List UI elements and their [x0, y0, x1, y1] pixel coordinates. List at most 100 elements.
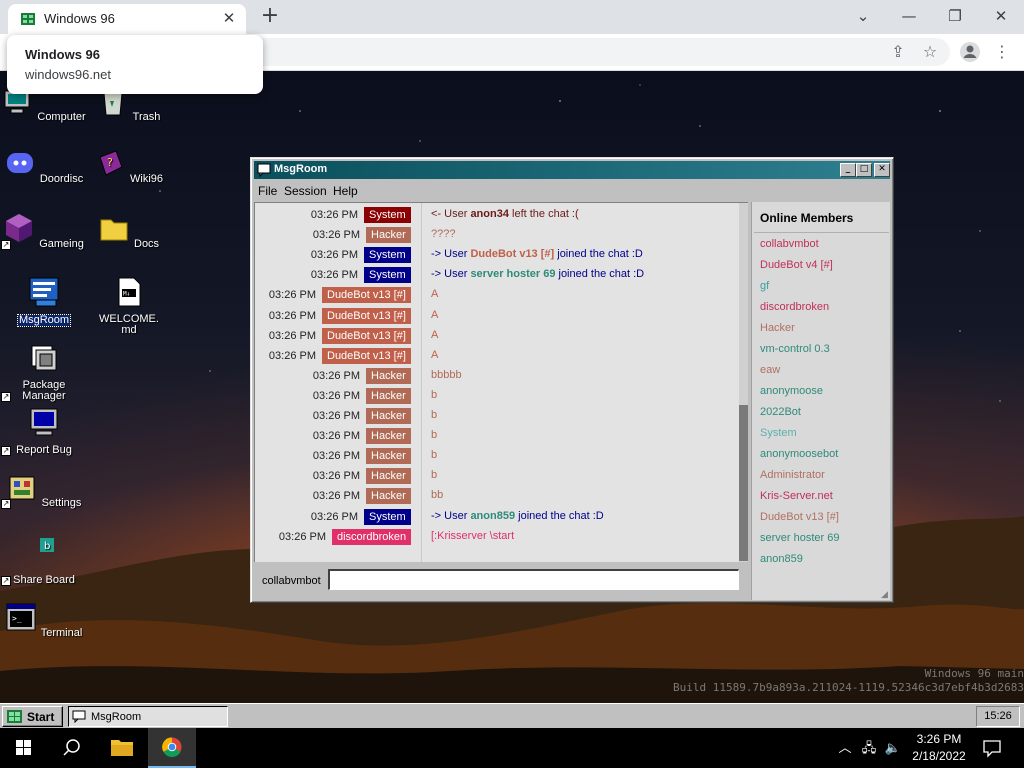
minimize-icon[interactable]: — [886, 2, 932, 30]
chrome-taskbar-icon[interactable] [148, 728, 196, 768]
member-list-item[interactable]: Administrator [760, 469, 825, 481]
windows96-favicon-icon [21, 13, 35, 25]
file-explorer-icon[interactable] [98, 728, 146, 768]
chat-message-row: DudeBot v13 [#] 03:26 PM A [255, 306, 739, 326]
member-list-item[interactable]: eaw [760, 364, 780, 376]
nickname-label[interactable]: collabvmbot [262, 575, 321, 587]
member-list-item[interactable]: vm-control 0.3 [760, 343, 830, 355]
shortcut-arrow-icon: ↗ [1, 240, 11, 250]
chat-log[interactable]: System 03:26 PM <- User anon34 left the ch… [254, 202, 748, 562]
notifications-icon[interactable] [980, 736, 1004, 760]
menu-session[interactable]: Session [284, 184, 327, 198]
desktop-icon-doordisc[interactable]: Doordisc [1, 147, 87, 185]
browser-tab[interactable]: Windows 96 ✕ [8, 4, 246, 34]
desktop-icon-terminal[interactable]: >_ Terminal [1, 601, 87, 639]
message-input[interactable] [328, 569, 739, 590]
chat-message-text: b [431, 449, 437, 461]
taskbar-item-msgroom[interactable]: MsgRoom [68, 706, 228, 727]
chat-message-row: System 03:26 PM -> User anon859 joined the… [255, 507, 739, 527]
chat-input-row: collabvmbot [254, 564, 748, 600]
member-list-item[interactable]: Kris-Server.net [760, 490, 833, 502]
watermark-line: Build 11589.7b9a893a.211024-1119.52346c3… [673, 681, 1024, 694]
hover-card-url: windows96.net [25, 67, 111, 82]
menu-help[interactable]: Help [333, 184, 358, 198]
scrollbar-thumb[interactable] [739, 405, 748, 561]
tab-close-icon[interactable]: ✕ [220, 9, 238, 27]
restore-icon[interactable]: ❐ [932, 2, 978, 30]
chat-username-badge[interactable]: Hacker [366, 367, 411, 384]
start-button[interactable]: Start [2, 706, 63, 727]
desktop-icon-package-manager[interactable]: ↗ Package Manager [1, 342, 87, 402]
clock-time: 3:26 PM [916, 732, 962, 746]
network-icon[interactable]: 🖧 [860, 739, 878, 757]
chat-timestamp: 03:26 PM [278, 530, 326, 543]
chat-message-row: Hacker 03:26 PM b [255, 466, 739, 486]
chat-username-badge[interactable]: Hacker [366, 448, 411, 465]
chat-username-badge[interactable]: DudeBot v13 [#] [322, 287, 411, 304]
chat-username-badge[interactable]: discordbroken [332, 528, 412, 545]
desktop-icon-wiki96[interactable]: ? Wiki96 [86, 147, 172, 185]
member-list-item[interactable]: DudeBot v4 [#] [760, 259, 833, 271]
desktop-icon-gameing[interactable]: ↗ Gameing [1, 212, 87, 250]
chat-timestamp: 03:26 PM [268, 309, 316, 322]
minimize-icon[interactable]: _ [840, 163, 856, 177]
share-icon[interactable]: ⇪ [886, 40, 910, 64]
chat-username-badge[interactable]: System [364, 207, 411, 223]
chat-scrollbar[interactable] [739, 203, 748, 562]
member-list-item[interactable]: anon859 [760, 553, 803, 565]
desktop-icon-msgroom[interactable]: MsgRoom [1, 276, 87, 327]
profile-avatar-icon[interactable] [958, 40, 982, 64]
chat-username-badge[interactable]: DudeBot v13 [#] [322, 347, 411, 364]
address-bar[interactable] [240, 38, 950, 66]
chat-username-badge[interactable]: Hacker [366, 408, 411, 424]
desktop-icon-report-bug[interactable]: ↗ Report Bug [1, 406, 87, 456]
member-list-item[interactable]: gf [760, 280, 769, 292]
member-list-item[interactable]: anonymoosebot [760, 448, 838, 460]
menu-file[interactable]: File [258, 184, 277, 198]
chat-message-row: DudeBot v13 [#] 03:26 PM A [255, 326, 739, 346]
tab-search-chevron-icon[interactable]: ⌄ [840, 2, 886, 30]
member-list-item[interactable]: server hoster 69 [760, 532, 839, 544]
close-icon[interactable]: ✕ [874, 163, 890, 177]
desktop-icon-docs[interactable]: Docs [86, 212, 172, 250]
volume-icon[interactable]: 🔈 [884, 739, 902, 757]
desktop-icon-welcome-md[interactable]: M↓ WELCOME.md [86, 276, 172, 336]
chat-message-row: DudeBot v13 [#] 03:26 PM A [255, 285, 739, 305]
member-list-item[interactable]: System [760, 427, 797, 439]
chat-username-badge[interactable]: Hacker [366, 468, 411, 485]
resize-grip-icon[interactable]: ◢ [881, 590, 891, 600]
member-list-item[interactable]: DudeBot v13 [#] [760, 511, 839, 523]
chat-text-part: ???? [431, 228, 456, 241]
chat-username-badge[interactable]: Hacker [366, 428, 411, 445]
chat-username-badge[interactable]: System [364, 247, 411, 264]
maximize-icon[interactable]: □ [856, 163, 872, 177]
chat-username-badge[interactable]: Hacker [366, 488, 411, 505]
member-list-item[interactable]: Hacker [760, 322, 795, 334]
host-clock[interactable]: 3:26 PM 2/18/2022 [906, 731, 972, 765]
search-icon[interactable] [48, 728, 96, 768]
chat-username-badge[interactable]: System [364, 267, 411, 284]
chat-username-badge[interactable]: Hacker [366, 227, 411, 244]
member-list-item[interactable]: collabvmbot [760, 238, 819, 250]
member-list-item[interactable]: 2022Bot [760, 406, 801, 418]
chat-username-badge[interactable]: System [364, 508, 411, 525]
chevron-up-icon[interactable]: ︿ [836, 739, 854, 757]
member-list-item[interactable]: anonymoose [760, 385, 823, 397]
bookmark-star-icon[interactable]: ☆ [918, 40, 942, 64]
msgroom-titlebar[interactable]: MsgRoom _ □ ✕ [254, 161, 890, 179]
chat-timestamp: 03:26 PM [312, 470, 360, 483]
windows-start-icon[interactable] [0, 728, 48, 768]
chat-text-part: b [431, 409, 438, 421]
chat-username-badge[interactable]: DudeBot v13 [#] [322, 327, 411, 344]
chat-message-row: Hacker 03:26 PM bbbbb [255, 366, 739, 386]
desktop-icon-settings[interactable]: ↗ Settings [1, 471, 87, 509]
member-list-item[interactable]: discordbroken [760, 301, 829, 313]
folder-icon [100, 219, 128, 241]
chat-username-badge[interactable]: DudeBot v13 [#] [322, 307, 411, 324]
new-tab-plus-icon[interactable]: + [258, 4, 282, 28]
desktop-icon-label: Doordisc [39, 173, 84, 185]
close-window-icon[interactable]: ✕ [978, 2, 1024, 30]
desktop-icon-share-board[interactable]: b ↗ Share Board [1, 536, 87, 586]
browser-menu-icon[interactable]: ⋮ [990, 40, 1014, 64]
chat-username-badge[interactable]: Hacker [366, 387, 411, 404]
